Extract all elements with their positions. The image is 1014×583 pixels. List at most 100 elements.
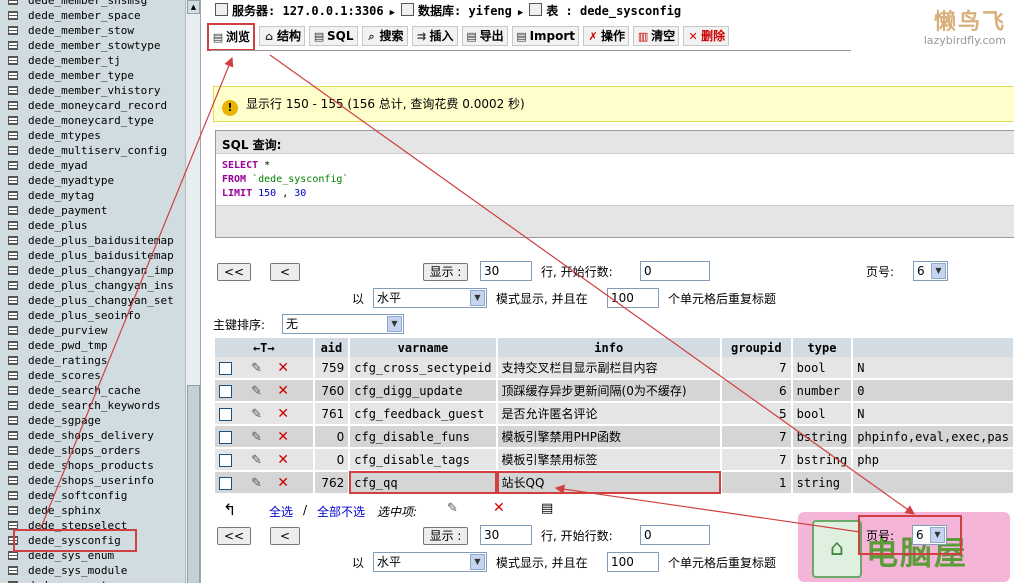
sidebar-table-item[interactable]: dede_mytag — [0, 188, 184, 203]
delete-icon[interactable]: ✕ — [277, 429, 289, 445]
sidebar-table-item[interactable]: dede_member_vhistory — [0, 83, 184, 98]
show-button[interactable]: 显示 : — [423, 263, 468, 281]
page-select[interactable]: 6 ▼ — [913, 261, 948, 281]
sidebar-table-item[interactable]: dede_plus_seoinfo — [0, 308, 184, 323]
delete-selected-icon[interactable]: ✕ — [493, 500, 505, 516]
tab-sql[interactable]: ▤ SQL — [309, 26, 358, 46]
sidebar-table-item[interactable]: dede_ratings — [0, 353, 184, 368]
edit-icon[interactable]: ✎ — [251, 476, 262, 491]
edit-icon[interactable]: ✎ — [251, 430, 262, 445]
start-input[interactable]: 0 — [640, 261, 710, 281]
sidebar-table-item[interactable]: dede_shops_products — [0, 458, 184, 473]
sidebar-table-item[interactable]: dede_search_keywords — [0, 398, 184, 413]
start-input-bottom[interactable]: 0 — [640, 525, 710, 545]
prev-page-button[interactable]: < — [270, 263, 300, 281]
row-checkbox[interactable] — [219, 361, 232, 375]
column-header-type[interactable]: type — [791, 338, 854, 357]
column-header-info[interactable]: info — [496, 338, 722, 357]
column-header-varname[interactable]: varname — [349, 338, 498, 357]
row-checkbox[interactable] — [219, 453, 232, 467]
sidebar-table-item[interactable]: dede_myad — [0, 158, 184, 173]
sidebar-table-item[interactable]: dede_member_stow — [0, 23, 184, 38]
rows-input-bottom[interactable]: 30 — [480, 525, 532, 545]
sidebar-table-item[interactable]: dede_payment — [0, 203, 184, 218]
sort-select[interactable]: 无 ▼ — [282, 314, 404, 334]
edit-selected-icon[interactable]: ✎ — [447, 501, 458, 516]
delete-icon[interactable]: ✕ — [277, 383, 289, 399]
delete-icon[interactable]: ✕ — [277, 406, 289, 422]
sidebar-table-item[interactable]: dede_member_type — [0, 68, 184, 83]
sidebar-table-item[interactable]: dede_plus_changyan_imp — [0, 263, 184, 278]
delete-icon[interactable]: ✕ — [277, 360, 289, 376]
column-resize-icon[interactable]: ←T→ — [215, 338, 315, 357]
tab-structure[interactable]: ⌂ 结构 — [259, 26, 306, 46]
sidebar-table-item[interactable]: dede_mtypes — [0, 128, 184, 143]
repeat-input[interactable]: 100 — [607, 288, 659, 308]
sidebar-table-item[interactable]: dede_pwd_tmp — [0, 338, 184, 353]
delete-icon[interactable]: ✕ — [277, 452, 289, 468]
sidebar-table-item[interactable]: dede_sys_module — [0, 563, 184, 578]
sidebar-table-item[interactable]: dede_member_tj — [0, 53, 184, 68]
sidebar-table-item[interactable]: dede_moneycard_type — [0, 113, 184, 128]
edit-icon[interactable]: ✎ — [251, 384, 262, 399]
rows-input[interactable]: 30 — [480, 261, 532, 281]
edit-icon[interactable]: ✎ — [251, 453, 262, 468]
sql-code[interactable]: SELECT * FROM `dede_sysconfig` LIMIT 150… — [216, 153, 1014, 206]
export-selected-icon[interactable]: ▤ — [541, 501, 553, 516]
column-header-groupid[interactable]: groupid — [720, 338, 793, 357]
sidebar-table-item[interactable]: dede_moneycard_record — [0, 98, 184, 113]
check-all-link[interactable]: 全选 — [269, 503, 293, 520]
sidebar-table-item[interactable]: dede_member_snsmsg — [0, 0, 184, 8]
row-checkbox[interactable] — [219, 407, 232, 421]
sidebar-table-item[interactable]: dede_shops_orders — [0, 443, 184, 458]
delete-icon[interactable]: ✕ — [277, 475, 289, 491]
sidebar-table-item[interactable]: dede_scores — [0, 368, 184, 383]
sidebar-table-item[interactable]: dede_softconfig — [0, 488, 184, 503]
first-page-button-bottom[interactable]: << — [217, 527, 251, 545]
edit-icon[interactable]: ✎ — [251, 407, 262, 422]
repeat-input-bottom[interactable]: 100 — [607, 552, 659, 572]
mode-select[interactable]: 水平 ▼ — [373, 288, 487, 308]
row-checkbox[interactable] — [219, 384, 232, 398]
sidebar-table-item[interactable]: dede_search_cache — [0, 383, 184, 398]
db-link[interactable]: yifeng — [469, 4, 512, 18]
tab-search[interactable]: ⌕ 搜索 — [361, 26, 408, 46]
table-link[interactable]: dede_sysconfig — [580, 4, 681, 18]
sidebar-table-item[interactable]: dede_multiserv_config — [0, 143, 184, 158]
scrollbar-thumb[interactable] — [187, 385, 200, 583]
sidebar-table-item[interactable]: dede_plus_changyan_set — [0, 293, 184, 308]
sidebar-table-item[interactable]: dede_shops_delivery — [0, 428, 184, 443]
tab-import[interactable]: ▤ Import — [511, 26, 580, 46]
sidebar-table-item[interactable]: dede_member_stowtype — [0, 38, 184, 53]
row-checkbox[interactable] — [219, 430, 232, 444]
prev-page-button-bottom[interactable]: < — [270, 527, 300, 545]
tab-insert[interactable]: ⇉ 插入 — [411, 26, 458, 46]
sidebar-table-item[interactable]: dede_member_space — [0, 8, 184, 23]
sidebar-scrollbar[interactable]: ▲ — [185, 0, 200, 583]
column-header-value[interactable] — [852, 338, 1014, 357]
sidebar-table-item[interactable]: dede_sphinx — [0, 503, 184, 518]
column-header-aid[interactable]: aid — [313, 338, 351, 357]
tab-empty[interactable]: ▥ 清空 — [633, 26, 680, 46]
tab-export[interactable]: ▤ 导出 — [461, 26, 508, 46]
sidebar-table-item[interactable]: dede_plus_changyan_ins — [0, 278, 184, 293]
first-page-button[interactable]: << — [217, 263, 251, 281]
tab-drop[interactable]: ✕ 删除 — [683, 26, 730, 46]
edit-icon[interactable]: ✎ — [251, 361, 262, 376]
sidebar-table-item[interactable]: dede_plus_baidusitemap — [0, 248, 184, 263]
row-checkbox[interactable] — [219, 476, 232, 490]
mode-select-bottom[interactable]: 水平 ▼ — [373, 552, 487, 572]
uncheck-all-link[interactable]: 全部不选 — [317, 503, 365, 520]
sidebar-table-item[interactable]: dede_plus — [0, 218, 184, 233]
tab-browse[interactable]: ▤ 浏览 — [207, 23, 256, 51]
sidebar-table-item[interactable]: dede_plus_baidusitemap — [0, 233, 184, 248]
server-link[interactable]: 127.0.0.1:3306 — [282, 4, 383, 18]
show-button-bottom[interactable]: 显示 : — [423, 527, 468, 545]
sidebar-table-item[interactable]: dede_purview — [0, 323, 184, 338]
tab-operations[interactable]: ✗ 操作 — [583, 26, 630, 46]
sidebar-table-item[interactable]: dede_sgpage — [0, 413, 184, 428]
scroll-up-icon[interactable]: ▲ — [187, 0, 200, 14]
sidebar-table-item[interactable]: dede_myadtype — [0, 173, 184, 188]
sidebar-table-item[interactable]: dede_sys_set — [0, 578, 184, 583]
sidebar-table-item[interactable]: dede_shops_userinfo — [0, 473, 184, 488]
